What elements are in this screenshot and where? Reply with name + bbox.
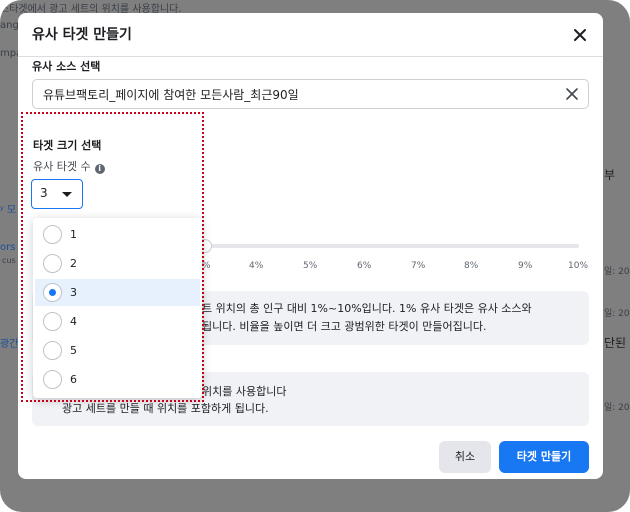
size-slider-track[interactable] xyxy=(204,244,579,248)
slider-tick: 6% xyxy=(357,261,372,271)
modal-title: 유사 타겟 만들기 xyxy=(32,27,132,43)
background-fragment: 일: 20 xyxy=(604,403,630,413)
clear-icon xyxy=(566,88,578,100)
slider-tick: 4% xyxy=(249,261,264,271)
create-audience-button[interactable]: 타겟 만들기 xyxy=(499,441,589,473)
cancel-button[interactable]: 취소 xyxy=(439,441,491,473)
modal-header: 유사 타겟 만들기 xyxy=(18,13,603,57)
background-fragment: ʸ 모 xyxy=(0,205,17,216)
slider-tick: 5% xyxy=(303,261,318,271)
screen-frame: 스타겟에서 광고 세트의 위치를 사용합니다. ange mpa ʸ 모 ors… xyxy=(0,0,630,512)
location-info-line: 위치를 사용합니다 xyxy=(202,385,287,398)
background-fragment: 단된 xyxy=(604,336,627,350)
background-fragment: 부 xyxy=(604,168,616,182)
size-info-line: 됩니다. 비율을 높이면 더 크고 광범위한 타겟이 만들어집니다. xyxy=(202,320,487,333)
size-info-line: 트 위치의 총 인구 대비 1%~10%입니다. 1% 유사 타겟은 유사 소스… xyxy=(202,302,532,315)
source-label: 유사 소스 선택 xyxy=(32,60,101,73)
close-icon xyxy=(574,29,586,41)
clear-source-button[interactable] xyxy=(564,86,580,102)
slider-tick: 7% xyxy=(411,261,426,271)
background-fragment: cus xyxy=(2,256,16,265)
background-fragment: 광간 xyxy=(0,339,19,350)
location-info-line: 광고 세트를 만들 때 위치를 포함하게 됩니다. xyxy=(62,402,269,415)
background-fragment: 일: 20 xyxy=(604,267,630,277)
close-button[interactable] xyxy=(571,26,589,44)
background-fragment: 일: 20 xyxy=(604,309,630,319)
highlight-annotation xyxy=(21,112,204,402)
slider-tick: 9% xyxy=(518,261,533,271)
source-value: 유튜브팩토리_페이지에 참여한 모든사람_최근90일 xyxy=(43,88,299,102)
slider-tick: 8% xyxy=(464,261,479,271)
source-input[interactable]: 유튜브팩토리_페이지에 참여한 모든사람_최근90일 xyxy=(32,79,589,109)
background-fragment: ors xyxy=(0,242,16,253)
slider-tick: 10% xyxy=(568,261,589,271)
